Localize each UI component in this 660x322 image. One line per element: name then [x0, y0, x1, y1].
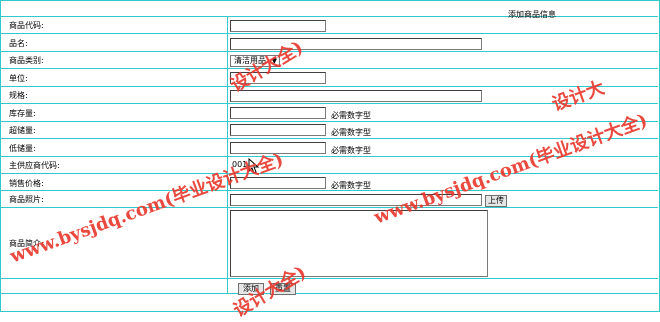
category-row — [0, 52, 658, 69]
photo-label: 商品照片: — [9, 195, 44, 204]
price-hint: 必需数字型 — [331, 181, 371, 190]
upload-button[interactable]: 上传 — [485, 195, 507, 207]
header-row — [0, 0, 658, 17]
price-row — [0, 174, 658, 191]
intro-textarea[interactable] — [230, 210, 488, 277]
category-label: 商品类别: — [9, 56, 44, 65]
stock-label: 库存量: — [9, 109, 36, 118]
supplier-label: 主供应商代码: — [9, 161, 60, 170]
column-divider — [227, 17, 228, 293]
overstock-label: 超储量: — [9, 126, 36, 135]
name-label: 品名: — [9, 39, 28, 48]
unit-label: 单位: — [9, 74, 28, 83]
overstock-hint: 必需数字型 — [331, 128, 371, 137]
lowstock-label: 低储量: — [9, 144, 36, 153]
overstock-input[interactable] — [230, 124, 326, 136]
stock-hint: 必需数字型 — [331, 111, 371, 120]
unit-row — [0, 69, 658, 87]
spec-input[interactable] — [230, 90, 482, 102]
spec-label: 规格: — [9, 91, 28, 100]
buttons-row — [0, 279, 658, 294]
price-label: 销售价格: — [9, 179, 44, 188]
code-row — [0, 17, 658, 34]
code-input[interactable] — [230, 20, 326, 32]
lowstock-hint: 必需数字型 — [331, 146, 371, 155]
form-title: 添加商品信息 — [508, 10, 556, 19]
code-label: 商品代码: — [9, 21, 44, 30]
stock-input[interactable] — [230, 107, 326, 119]
